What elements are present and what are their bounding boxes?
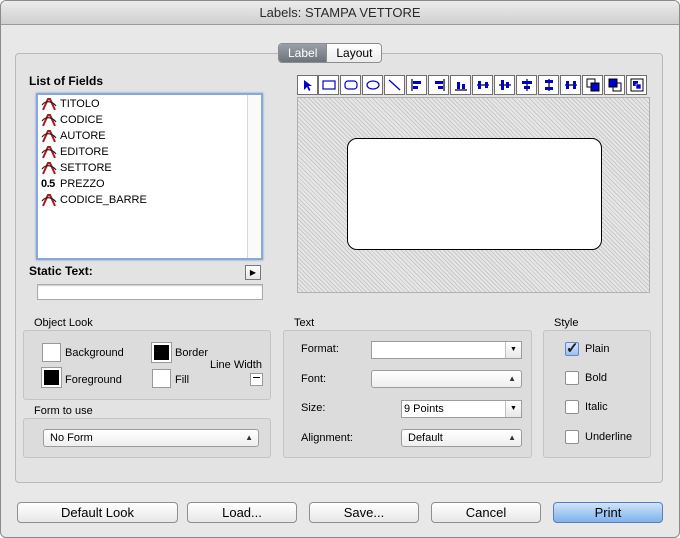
size-label: Size:	[301, 402, 326, 414]
size-value: 9 Points	[404, 403, 444, 415]
fill-color-swatch[interactable]	[152, 369, 171, 388]
line-tool-icon[interactable]	[384, 75, 405, 95]
distribute-horizontal-icon[interactable]	[560, 75, 581, 95]
text-field-icon	[41, 113, 57, 127]
rectangle-tool-icon[interactable]	[318, 75, 339, 95]
arrow-tool-icon[interactable]	[297, 75, 318, 95]
chevron-down-icon[interactable]: ▼	[505, 401, 521, 417]
list-of-fields-label: List of Fields	[29, 74, 104, 88]
foreground-color-swatch[interactable]	[41, 367, 62, 388]
text-field-icon	[41, 193, 57, 207]
load-button[interactable]: Load...	[187, 502, 297, 523]
bring-to-front-icon[interactable]	[582, 75, 603, 95]
field-label: CODICE	[60, 114, 103, 126]
line-width-selector[interactable]	[250, 373, 263, 386]
send-to-back-icon[interactable]	[604, 75, 625, 95]
field-label: PREZZO	[60, 178, 105, 190]
align-top-icon[interactable]	[450, 75, 471, 95]
tab-bar: Label Layout	[278, 43, 383, 63]
align-center-horizontal-icon[interactable]	[494, 75, 515, 95]
style-section-title: Style	[554, 317, 579, 329]
chevron-down-icon[interactable]: ▼	[505, 342, 521, 358]
field-item-codice[interactable]: CODICE	[41, 112, 103, 128]
bold-checkbox[interactable]	[565, 371, 579, 385]
labels-dialog: Labels: STAMPA VETTORE Label Layout List…	[0, 0, 680, 538]
form-to-use-select[interactable]: No Form ▲	[43, 429, 259, 447]
fields-list[interactable]: TITOLO CODICE AUTORE EDITORE SETTORE 0.5…	[36, 93, 263, 260]
italic-checkbox[interactable]	[565, 400, 579, 414]
fields-list-scrollbar[interactable]	[247, 95, 261, 258]
oval-tool-icon[interactable]	[362, 75, 383, 95]
alignment-value: Default	[408, 432, 443, 444]
tab-layout[interactable]: Layout	[326, 44, 382, 62]
line-width-label: Line Width	[210, 359, 262, 371]
object-look-title: Object Look	[34, 317, 93, 329]
updown-arrow-icon: ▲	[508, 433, 516, 442]
font-select[interactable]: ▲	[371, 370, 522, 388]
field-label: EDITORE	[60, 146, 109, 158]
field-item-titolo[interactable]: TITOLO	[41, 96, 100, 112]
updown-arrow-icon: ▲	[508, 374, 516, 383]
field-label: CODICE_BARRE	[60, 194, 147, 206]
border-color-swatch[interactable]	[151, 342, 172, 363]
italic-label: Italic	[585, 401, 608, 413]
field-item-settore[interactable]: SETTORE	[41, 160, 112, 176]
text-field-icon	[41, 145, 57, 159]
format-combo[interactable]: ▼	[371, 341, 522, 359]
static-text-label: Static Text:	[29, 264, 93, 278]
alignment-select[interactable]: Default ▲	[401, 429, 522, 447]
plain-label: Plain	[585, 343, 610, 355]
fill-label: Fill	[175, 374, 190, 386]
default-look-button[interactable]: Default Look	[17, 502, 178, 523]
cancel-button[interactable]: Cancel	[431, 502, 541, 523]
print-button[interactable]: Print	[553, 502, 663, 523]
text-field-icon	[41, 161, 57, 175]
form-to-use-title: Form to use	[34, 405, 93, 417]
rounded-rectangle-tool-icon[interactable]	[340, 75, 361, 95]
plain-checkbox[interactable]	[565, 339, 579, 357]
size-combo[interactable]: 9 Points ▼	[401, 400, 522, 418]
static-text-menu-button[interactable]: ▶	[245, 265, 261, 280]
align-left-icon[interactable]	[406, 75, 427, 95]
font-label: Font:	[301, 373, 327, 385]
static-text-input[interactable]	[37, 284, 263, 300]
field-item-autore[interactable]: AUTORE	[41, 128, 106, 144]
updown-arrow-icon: ▲	[245, 433, 253, 442]
border-label: Border	[175, 347, 209, 359]
field-item-codice-barre[interactable]: CODICE_BARRE	[41, 192, 147, 208]
foreground-label: Foreground	[65, 374, 122, 386]
label-preview-canvas[interactable]	[297, 97, 650, 293]
text-field-icon	[41, 129, 57, 143]
save-button[interactable]: Save...	[309, 502, 419, 523]
field-label: AUTORE	[60, 130, 106, 142]
window-title: Labels: STAMPA VETTORE	[1, 1, 679, 25]
align-center-vertical-icon[interactable]	[516, 75, 537, 95]
tab-label[interactable]: Label	[279, 44, 327, 62]
numeric-field-icon: 0.5	[41, 178, 55, 190]
align-bottom-icon[interactable]	[472, 75, 493, 95]
text-section-title: Text	[294, 317, 315, 329]
background-color-swatch[interactable]	[42, 343, 61, 362]
field-item-editore[interactable]: EDITORE	[41, 144, 109, 160]
alignment-label: Alignment:	[301, 432, 353, 444]
text-field-icon	[41, 97, 57, 111]
form-to-use-value: No Form	[50, 432, 93, 444]
field-item-prezzo[interactable]: 0.5 PREZZO	[41, 176, 105, 192]
bold-label: Bold	[585, 372, 608, 384]
group-objects-icon[interactable]	[626, 75, 647, 95]
align-right-icon[interactable]	[428, 75, 449, 95]
distribute-vertical-icon[interactable]	[538, 75, 559, 95]
label-shape[interactable]	[347, 138, 602, 250]
underline-checkbox[interactable]	[565, 430, 579, 444]
background-label: Background	[65, 347, 124, 359]
format-label: Format:	[301, 343, 339, 355]
underline-label: Underline	[585, 431, 633, 443]
field-label: TITOLO	[60, 98, 100, 110]
field-label: SETTORE	[60, 162, 112, 174]
